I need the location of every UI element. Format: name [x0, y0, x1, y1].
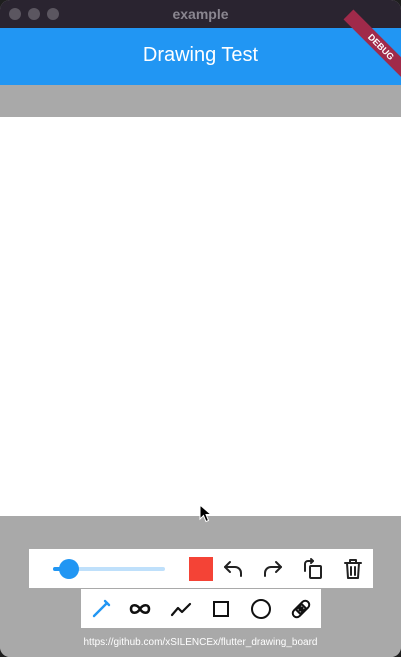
stroke-width-slider[interactable]: [53, 559, 165, 579]
rotate-icon[interactable]: [301, 557, 325, 581]
app-window: example Drawing Test DEBUG https://githu…: [0, 0, 401, 657]
pen-icon[interactable]: [89, 597, 113, 621]
infinity-icon[interactable]: [128, 597, 152, 621]
drawing-canvas[interactable]: [0, 117, 401, 516]
polyline-icon[interactable]: [169, 597, 193, 621]
tool-toolbar: [81, 589, 321, 628]
app-bar: Drawing Test DEBUG: [0, 9, 401, 85]
window-title: example: [172, 6, 229, 22]
repository-link[interactable]: https://github.com/xSILENCEx/flutter_dra…: [0, 637, 401, 648]
color-swatch-button[interactable]: [189, 557, 213, 581]
square-icon[interactable]: [209, 597, 233, 621]
settings-toolbar: [29, 549, 373, 588]
circle-icon[interactable]: [249, 597, 273, 621]
page-title: Drawing Test: [142, 44, 259, 66]
slider-thumb[interactable]: [58, 559, 79, 579]
mouse-cursor-icon: [199, 503, 213, 529]
delete-icon[interactable]: [341, 557, 365, 581]
eraser-icon[interactable]: [289, 597, 313, 621]
title-bar: example: [0, 0, 401, 28]
redo-icon[interactable]: [261, 557, 285, 581]
top-margin: [0, 85, 401, 117]
undo-icon[interactable]: [221, 557, 245, 581]
